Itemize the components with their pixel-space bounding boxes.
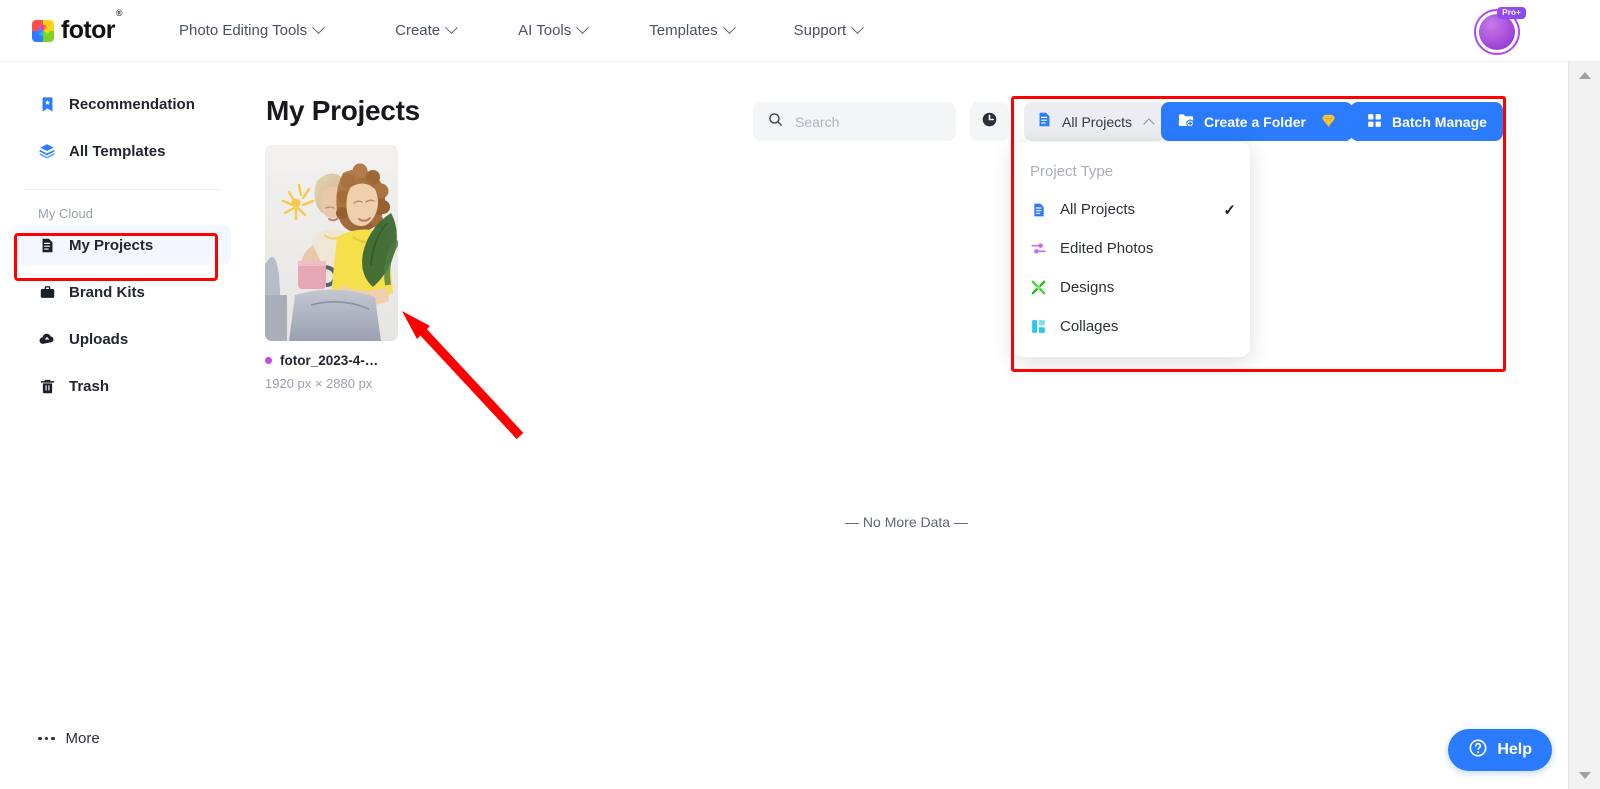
project-card[interactable]: fotor_2023-4-… 1920 px × 2880 px — [265, 145, 398, 391]
sidebar-item-label: My Projects — [69, 236, 154, 254]
pro-badge: Pro+ — [1497, 7, 1526, 19]
filter-current-value: All Projects — [1062, 113, 1133, 130]
layers-icon — [38, 142, 56, 160]
chevron-down-icon — [722, 21, 736, 35]
cloud-upload-icon — [38, 330, 56, 348]
dropdown-item-label: Collages — [1060, 318, 1119, 335]
thumbnail-photo — [265, 145, 398, 341]
fotor-logo-icon — [32, 19, 54, 42]
project-type-filter-button[interactable]: All Projects — [1024, 102, 1166, 141]
nav-item-templates[interactable]: Templates — [649, 21, 736, 39]
clock-history-icon — [980, 110, 999, 134]
sidebar-item-label: All Templates — [69, 142, 166, 160]
app-root: fotor® Photo Editing Tools Create AI Too… — [0, 0, 1600, 789]
help-button[interactable]: Help — [1448, 729, 1552, 771]
topnav-scroll-gutter — [1568, 0, 1600, 62]
sliders-icon — [1030, 240, 1047, 257]
document-icon — [1030, 201, 1047, 218]
dropdown-item-collages[interactable]: Collages — [1013, 307, 1250, 346]
diamond-icon — [1320, 112, 1337, 132]
nav-items: Photo Editing Tools Create AI Tools Temp… — [178, 21, 865, 39]
sidebar-item-recommendation[interactable]: Recommendation — [14, 84, 231, 124]
chevron-down-icon — [576, 21, 590, 35]
history-button[interactable] — [970, 102, 1009, 141]
collage-icon — [1030, 318, 1047, 335]
dropdown-item-label: Edited Photos — [1060, 240, 1154, 257]
dropdown-item-all-projects[interactable]: All Projects ✓ — [1013, 190, 1250, 229]
scroll-down-icon[interactable] — [1578, 772, 1591, 779]
project-thumbnail — [265, 145, 398, 341]
project-status-dot — [265, 357, 272, 364]
nav-item-ai-tools[interactable]: AI Tools — [518, 21, 590, 39]
briefcase-icon — [38, 283, 56, 301]
document-icon — [38, 236, 56, 254]
nav-item-create[interactable]: Create — [395, 21, 459, 39]
fotor-logo[interactable]: fotor® — [32, 8, 123, 45]
sidebar-more-label: More — [65, 730, 100, 747]
nav-label: Photo Editing Tools — [178, 22, 308, 39]
sidebar-item-trash[interactable]: Trash — [14, 366, 231, 406]
chevron-down-icon — [851, 21, 865, 35]
grid-icon — [1366, 112, 1383, 132]
dropdown-item-label: Designs — [1060, 279, 1115, 296]
sidebar-item-label: Trash — [69, 377, 110, 395]
page-scrollbar[interactable] — [1568, 62, 1600, 789]
project-name-row: fotor_2023-4-… — [265, 353, 398, 368]
chevron-down-icon — [445, 21, 459, 35]
batch-manage-label: Batch Manage — [1392, 113, 1487, 130]
sidebar-item-my-projects[interactable]: My Projects — [14, 225, 231, 265]
dropdown-item-edited-photos[interactable]: Edited Photos — [1013, 229, 1250, 268]
nav-item-support[interactable]: Support — [793, 21, 865, 39]
registered-mark: ® — [115, 8, 123, 18]
nav-label: AI Tools — [518, 22, 572, 39]
create-folder-label: Create a Folder — [1204, 113, 1306, 130]
sidebar-item-label: Brand Kits — [69, 283, 145, 301]
nav-label: Create — [395, 22, 441, 39]
nav-label: Support — [793, 22, 847, 39]
main-content: My Projects Search All Projects Create a… — [245, 62, 1568, 789]
sidebar-section-label: My Cloud — [38, 206, 93, 221]
nav-label: Templates — [649, 22, 718, 39]
create-folder-button[interactable]: Create a Folder — [1161, 102, 1353, 141]
project-name: fotor_2023-4-… — [280, 353, 379, 368]
dropdown-item-designs[interactable]: Designs — [1013, 268, 1250, 307]
folder-plus-icon — [1177, 111, 1195, 132]
trash-icon — [38, 377, 56, 395]
search-input[interactable]: Search — [753, 102, 956, 141]
search-icon — [767, 111, 784, 133]
batch-manage-button[interactable]: Batch Manage — [1350, 102, 1503, 141]
top-navigation-bar: fotor® Photo Editing Tools Create AI Too… — [0, 0, 1568, 62]
sidebar-divider — [24, 189, 221, 190]
chevron-up-icon — [1143, 117, 1155, 130]
sidebar-more-button[interactable]: More — [38, 730, 100, 747]
question-circle-icon — [1468, 738, 1488, 763]
nav-item-photo-editing-tools[interactable]: Photo Editing Tools — [178, 21, 325, 39]
dropdown-item-label: All Projects — [1060, 201, 1136, 218]
sidebar-item-brand-kits[interactable]: Brand Kits — [14, 272, 231, 312]
avatar[interactable]: Pro+ — [1474, 7, 1526, 55]
document-icon — [1036, 111, 1053, 133]
sidebar-item-uploads[interactable]: Uploads — [14, 319, 231, 359]
sidebar-item-label: Uploads — [69, 330, 129, 348]
ellipsis-icon — [38, 736, 55, 741]
sidebar: Recommendation All Templates My Cloud My… — [0, 62, 245, 789]
help-label: Help — [1497, 741, 1532, 758]
project-type-dropdown: Project Type All Projects ✓ Edited Photo… — [1013, 142, 1250, 357]
project-dimensions: 1920 px × 2880 px — [265, 376, 373, 391]
brand-name: fotor — [61, 16, 116, 44]
page-title: My Projects — [266, 95, 420, 126]
bookmark-star-icon — [38, 95, 56, 113]
dropdown-header: Project Type — [1030, 163, 1114, 180]
chevron-down-icon — [312, 21, 325, 35]
pencil-ruler-icon — [1030, 279, 1047, 296]
search-placeholder: Search — [795, 113, 840, 130]
check-icon: ✓ — [1223, 201, 1236, 219]
sidebar-item-label: Recommendation — [69, 95, 195, 113]
sidebar-item-all-templates[interactable]: All Templates — [14, 131, 231, 171]
fotor-logo-text: fotor® — [61, 8, 123, 45]
scroll-up-icon[interactable] — [1578, 72, 1591, 79]
no-more-data-label: — No More Data — — [845, 514, 968, 530]
